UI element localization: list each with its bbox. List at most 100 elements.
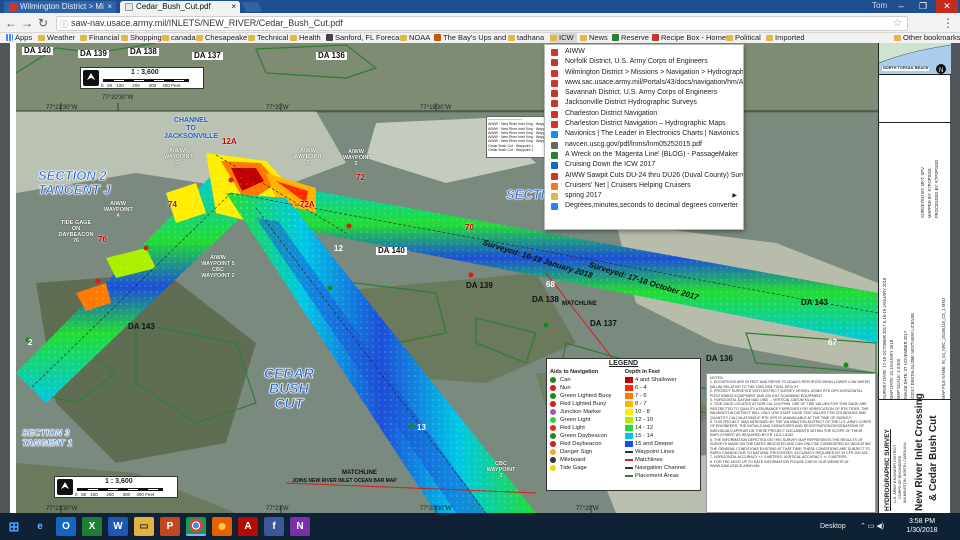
chrome-icon[interactable] <box>186 517 206 536</box>
bookmark-link[interactable]: Recipe Box - Home <box>652 33 726 43</box>
file-explorer-icon[interactable]: ▭ <box>134 517 154 536</box>
bookmark-menu-item[interactable]: Cruising Down the ICW 2017 <box>545 160 743 170</box>
firefox-icon[interactable] <box>212 517 232 536</box>
bookmark-folder[interactable]: Chesapeake <box>196 33 247 43</box>
legend-aid-row: Green Light <box>550 416 612 424</box>
bookmark-folder[interactable]: Health <box>290 33 321 43</box>
bookmark-menu-item[interactable]: AIWW Sawpit Cuts DU-24 thru DU26 (Duval … <box>545 171 743 181</box>
section-label: TANGENT 1 <box>22 438 73 448</box>
bookmark-link[interactable]: The Bay's Ups and D <box>434 33 514 43</box>
bookmark-menu-item[interactable]: AIWW <box>545 47 743 57</box>
windows-start-icon[interactable]: ⊞ <box>4 517 24 536</box>
bookmark-folder[interactable]: Weather <box>38 33 75 43</box>
reload-icon[interactable]: ↻ <box>36 16 50 30</box>
pdf-viewport[interactable]: DA 140 DA 139 DA 138 DA 137 DA 136 DA 14… <box>0 43 960 513</box>
bookmark-menu-item[interactable]: Cruisers' Net | Cruisers Helping Cruiser… <box>545 181 743 191</box>
excel-icon[interactable]: X <box>82 517 102 536</box>
bookmark-menu-label: Savannah District, U.S. Army Corps of En… <box>565 89 718 97</box>
acrobat-icon[interactable]: A <box>238 517 258 536</box>
titleblock-text: PROCESSED BY: K7POPSGD <box>934 159 939 218</box>
tab-cedar-bush-pdf[interactable]: Cedar_Bush_Cut.pdf × <box>120 1 240 13</box>
info-icon[interactable]: ⓘ <box>60 18 68 31</box>
forward-icon[interactable]: → <box>20 16 34 30</box>
folder-icon <box>894 35 901 41</box>
legend-swatch <box>625 451 633 453</box>
bookmark-folder[interactable]: Political <box>726 33 761 43</box>
bookmark-menu-item[interactable]: Charleston District Navigation <box>545 109 743 119</box>
system-clock[interactable]: 3:58 PM 1/30/2018 <box>896 517 948 535</box>
minimize-icon[interactable]: – <box>890 0 912 13</box>
word-icon[interactable]: W <box>108 517 128 536</box>
bookmark-menu-item[interactable]: Savannah District, U.S. Army Corps of En… <box>545 88 743 98</box>
matchline-label: MATCHLINE <box>562 301 597 307</box>
bookmark-menu-item[interactable]: www.sac.usace.army.mil/Portals/43/docs/n… <box>545 78 743 88</box>
internet-explorer-icon[interactable]: e <box>30 517 50 536</box>
maximize-icon[interactable]: ❐ <box>912 0 934 13</box>
site-favicon-icon <box>551 121 558 129</box>
bookmark-folder-other[interactable]: Other bookmarks <box>894 33 960 43</box>
close-window-icon[interactable]: ✕ <box>936 0 958 13</box>
bookmark-menu-item[interactable]: Navionics | The Leader in Electronics Ch… <box>545 129 743 139</box>
bookmark-folder[interactable]: Shopping <box>121 33 162 43</box>
bookmark-menu-item[interactable]: navcen.uscg.gov/pdf/lnms/lnm05252015.pdf <box>545 140 743 150</box>
bookmark-menu-item[interactable]: Jacksonville District Hydrographic Surve… <box>545 98 743 108</box>
legend-swatch <box>625 467 633 469</box>
bookmark-link[interactable]: Reserve <box>612 33 649 43</box>
close-tab-icon[interactable]: × <box>231 1 236 13</box>
north-arrow-icon: ⮝ <box>83 70 99 86</box>
legend-aid-row: Red Lighted Buoy <box>550 400 612 408</box>
legend-swatch <box>625 459 633 461</box>
legend-depth-row: 6 - 4 <box>625 384 686 392</box>
bookmark-menu-label: Charleston District Navigation <box>565 109 658 117</box>
chrome-menu-icon[interactable]: ⋮ <box>942 16 954 30</box>
bookmark-link[interactable]: Sanford, FL Forecast <box>326 33 405 43</box>
agency-text: WILMINGTON, NORTH CAROLINA <box>903 442 907 503</box>
onenote-icon[interactable]: N <box>290 517 310 536</box>
close-tab-icon[interactable]: × <box>107 1 112 13</box>
outlook-icon[interactable]: O <box>56 517 76 536</box>
bookmark-folder[interactable]: Financial <box>80 33 119 43</box>
bookmark-menu-item[interactable]: Norfolk District, U.S. Army Corps of Eng… <box>545 57 743 67</box>
tray-icons[interactable]: ⌃ ▭ ◀) <box>860 513 884 540</box>
legend-aids: Aids to Navigation Can Nun Green Lighted B… <box>550 369 612 471</box>
titleblock-text: MAP FILE NAME: IN_04_NRC_20180118_CS_1.M… <box>941 297 946 399</box>
bookmark-menu-item[interactable]: Degrees,minutes,seconds to decimal degre… <box>545 201 743 211</box>
bookmark-folder[interactable]: Imported <box>766 33 805 43</box>
back-icon[interactable]: ← <box>4 16 18 30</box>
bookmark-menu-item[interactable]: Wilmington District > Missions > Navigat… <box>545 68 743 78</box>
bookmark-folder[interactable]: canada <box>162 33 196 43</box>
legend-aid-row: Green Lighted Buoy <box>550 392 612 400</box>
address-bar[interactable]: ⓘ saw-nav.usace.army.mil/INLETS/NEW_RIVE… <box>56 16 908 31</box>
section-label: SECTI <box>506 187 545 202</box>
scale-bar: ⮝ 1 : 3,600 0 50 100 200 300 400 Feet <box>54 476 178 498</box>
bookmark-apps[interactable]: Apps <box>6 33 32 43</box>
bookmark-menu-item[interactable]: A Wreck on the 'Magenta Line' (BLOG) - P… <box>545 150 743 160</box>
bookmark-menu-item[interactable]: spring 2017 ▶ <box>545 191 743 201</box>
facebook-icon[interactable]: f <box>264 517 284 536</box>
legend-swatch <box>625 401 633 407</box>
titleblock-text: SURVEY DATE: 17-18 OCTOBER 2017 & 16-19 … <box>882 277 887 399</box>
powerpoint-icon[interactable]: P <box>160 517 180 536</box>
site-favicon-icon <box>551 90 558 98</box>
pdf-favicon-icon <box>125 3 133 11</box>
disposal-area-label: DA 143 <box>801 298 828 307</box>
new-tab-button[interactable] <box>242 2 262 12</box>
folder-icon <box>80 35 87 41</box>
profile-name[interactable]: Tom <box>872 0 887 12</box>
bookmark-folder-icw[interactable]: ICW <box>550 33 577 43</box>
toolbar: ← → ↻ ⓘ saw-nav.usace.army.mil/INLETS/NE… <box>0 13 960 33</box>
bookmark-folder[interactable]: News <box>580 33 608 43</box>
legend-symbol-icon <box>550 465 556 471</box>
apps-grid-icon <box>6 34 13 41</box>
bookmark-menu-item[interactable]: Charleston District Navigation – Hydrogr… <box>545 119 743 129</box>
legend: LEGEND Aids to Navigation Can Nun Green Li… <box>546 358 701 491</box>
longitude-label: 77°20'W <box>576 506 599 512</box>
tab-wilmington[interactable]: Wilmington District > Mi × <box>4 1 116 13</box>
bookmark-folder[interactable]: tadhana <box>508 33 544 43</box>
bookmark-star-icon[interactable]: ☆ <box>893 17 902 30</box>
project-title: New River Inlet Crossing <box>914 393 925 511</box>
desktop-toolbar-label[interactable]: Desktop <box>820 513 846 540</box>
bookmark-folder[interactable]: NOAA <box>400 33 430 43</box>
site-favicon-icon <box>551 151 558 159</box>
bookmark-folder[interactable]: Technical <box>248 33 288 43</box>
